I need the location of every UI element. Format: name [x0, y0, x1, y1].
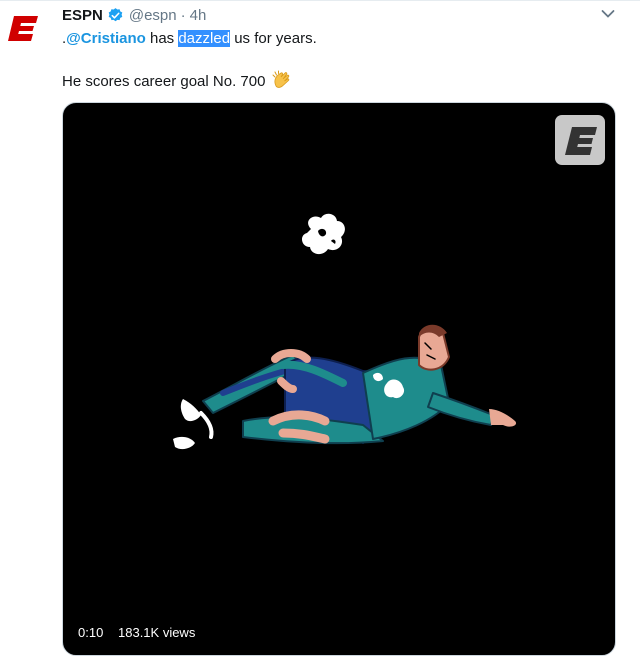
author-handle[interactable]: @espn [129, 7, 177, 24]
animated-illustration [173, 213, 517, 450]
football-icon [301, 213, 345, 255]
video-player[interactable]: 0:10 183.1K views [62, 102, 616, 656]
espn-e-watermark-icon [565, 127, 597, 155]
player-figure [173, 324, 517, 450]
tweet-line-1: .@Cristiano has dazzled us for years. [62, 28, 622, 49]
espn-watermark-logo [555, 115, 605, 165]
video-view-count: 183.1K views [111, 621, 203, 645]
mention-link[interactable]: @Cristiano [66, 30, 146, 47]
highlighted-word: dazzled [178, 30, 231, 47]
tweet-text: .@Cristiano has dazzled us for years. He… [62, 28, 622, 92]
author-name[interactable]: ESPN [62, 7, 103, 24]
verified-badge-icon [108, 7, 123, 21]
clapping-hands-icon [272, 70, 289, 88]
espn-e-logo-icon [8, 16, 38, 41]
video-duration: 0:10 [71, 621, 111, 645]
tweet-timestamp[interactable]: 4h [190, 7, 207, 24]
text-suffix: us for years. [230, 30, 317, 47]
chevron-down-icon[interactable] [600, 6, 616, 22]
text-mid: has [145, 30, 179, 47]
espn-avatar[interactable] [8, 12, 40, 44]
separator-dot: · [180, 6, 186, 24]
top-divider [0, 0, 640, 1]
tweet-line-2: He scores career goal No. 700 [62, 70, 622, 92]
line2-text: He scores career goal No. 700 [62, 73, 266, 90]
tweet-header: ESPN @espn · 4h [62, 5, 206, 25]
